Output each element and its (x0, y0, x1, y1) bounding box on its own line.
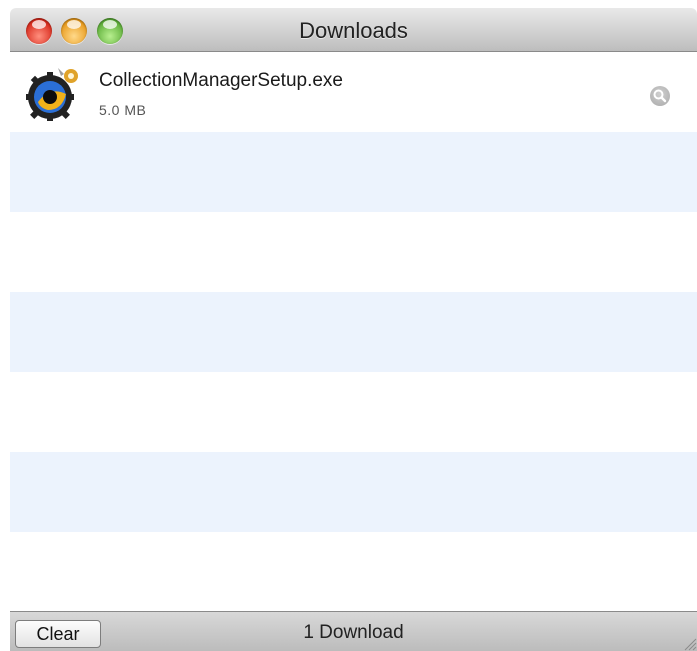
empty-row (10, 452, 697, 532)
download-row[interactable]: CollectionManagerSetup.exe 5.0 MB (10, 52, 697, 132)
title-bar[interactable]: Downloads (10, 8, 697, 52)
installer-app-icon (26, 68, 78, 121)
download-size: 5.0 MB (99, 102, 147, 118)
magnifier-icon[interactable] (650, 86, 670, 106)
bottom-bar: Clear 1 Download (10, 611, 697, 651)
window-title: Downloads (299, 18, 408, 43)
download-count: 1 Download (303, 622, 404, 643)
empty-row (10, 292, 697, 372)
empty-row (10, 532, 697, 612)
downloads-window: Downloads CollectionManagerSetup.exe 5.0… (10, 8, 697, 651)
downloads-list: CollectionManagerSetup.exe 5.0 MB (10, 52, 697, 611)
empty-row (10, 132, 697, 212)
download-filename: CollectionManagerSetup.exe (99, 70, 343, 91)
empty-row (10, 212, 697, 292)
empty-row (10, 372, 697, 452)
resize-grip-icon[interactable] (681, 635, 697, 651)
